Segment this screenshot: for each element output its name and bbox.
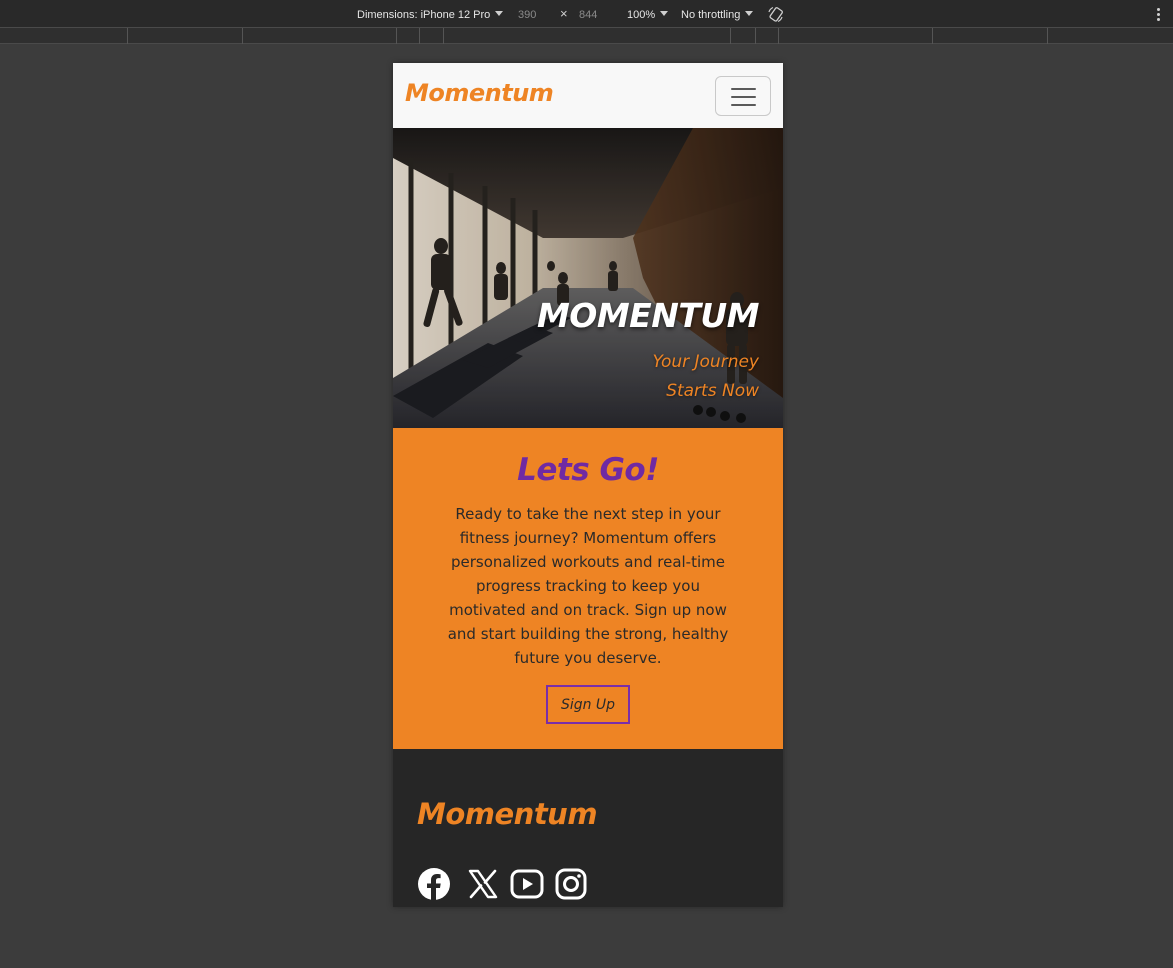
hero-banner: MOMENTUM Your Journey Starts Now [393, 128, 783, 428]
media-query-marker[interactable] [778, 28, 779, 44]
throttling-selector[interactable]: No throttling [681, 8, 754, 22]
youtube-icon[interactable] [510, 867, 544, 901]
throttling-label: No throttling [681, 9, 741, 21]
media-query-marker[interactable] [127, 28, 128, 44]
zoom-label: 100% [627, 9, 656, 21]
hero-subtitle: Your Journey Starts Now [652, 352, 759, 401]
device-selector[interactable]: Dimensions: iPhone 12 Pro [357, 8, 504, 22]
footer: Momentum [393, 749, 783, 907]
footer-brand[interactable]: Momentum [417, 797, 598, 831]
kebab-menu-icon[interactable] [1157, 8, 1161, 22]
media-query-bar [0, 28, 1173, 44]
facebook-icon[interactable] [417, 867, 451, 901]
hero-title: MOMENTUM [536, 296, 760, 335]
cta-title: Lets Go! [517, 452, 659, 488]
sign-up-button[interactable]: Sign Up [546, 685, 630, 724]
device-dimensions-label: Dimensions: iPhone 12 Pro [357, 9, 491, 21]
navbar: Momentum [393, 63, 783, 128]
x-icon[interactable] [466, 867, 500, 901]
navbar-brand[interactable]: Momentum [405, 79, 554, 107]
dimension-separator: × [560, 6, 568, 21]
chevron-down-icon [660, 11, 669, 16]
height-input[interactable]: 844 [579, 8, 597, 22]
media-query-marker[interactable] [443, 28, 444, 44]
chevron-down-icon [495, 11, 504, 16]
device-viewport: Momentum MOMENTUM Your Journey Starts No… [393, 63, 783, 907]
chevron-down-icon [745, 11, 754, 16]
instagram-icon[interactable] [554, 867, 588, 901]
navbar-toggler-button[interactable] [715, 76, 771, 116]
zoom-selector[interactable]: 100% [627, 8, 669, 22]
media-query-marker[interactable] [396, 28, 397, 44]
media-query-marker[interactable] [730, 28, 731, 44]
media-query-marker[interactable] [932, 28, 933, 44]
width-input[interactable]: 390 [518, 8, 536, 22]
devtools-device-toolbar: Dimensions: iPhone 12 Pro 390 × 844 100%… [0, 0, 1173, 28]
media-query-marker[interactable] [242, 28, 243, 44]
media-query-marker[interactable] [755, 28, 756, 44]
call-to-action-section: Lets Go! Ready to take the next step in … [393, 428, 783, 749]
media-query-marker[interactable] [419, 28, 420, 44]
rotate-icon[interactable] [767, 6, 784, 23]
media-query-marker[interactable] [1047, 28, 1048, 44]
cta-description: Ready to take the next step in your fitn… [447, 505, 729, 667]
